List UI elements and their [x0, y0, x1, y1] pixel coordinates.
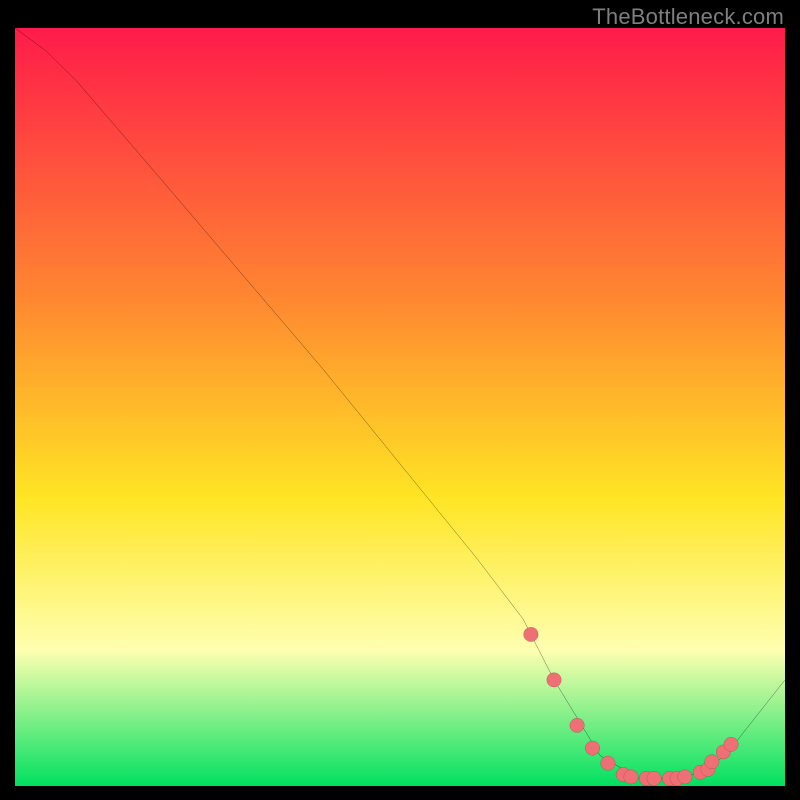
highlight-dot: [647, 771, 662, 785]
gradient-background: [15, 28, 785, 786]
highlight-dot: [601, 756, 616, 770]
highlight-dot: [524, 627, 539, 641]
highlight-dot: [585, 741, 600, 755]
highlight-dot: [678, 770, 693, 784]
highlight-dot: [547, 673, 562, 687]
watermark-text: TheBottleneck.com: [592, 4, 784, 30]
chart-plot: [15, 28, 785, 786]
highlight-dot: [570, 718, 585, 732]
chart-stage: TheBottleneck.com: [0, 0, 800, 800]
highlight-dot: [724, 737, 739, 751]
highlight-dot: [624, 770, 639, 784]
highlight-dot: [705, 755, 720, 769]
